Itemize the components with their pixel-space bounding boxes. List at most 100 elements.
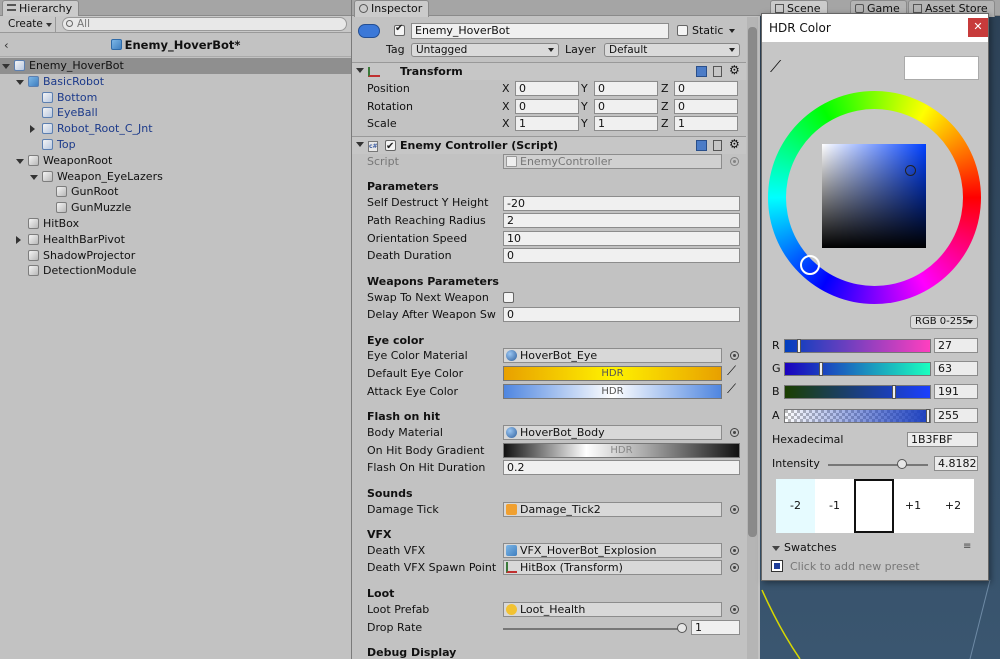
- gear-icon[interactable]: ⚙: [729, 136, 740, 153]
- transform-z-field[interactable]: 1: [674, 116, 738, 131]
- object-name-field[interactable]: Enemy_HoverBot: [411, 23, 669, 39]
- intensity-slider-track[interactable]: [828, 464, 928, 466]
- preset-icon[interactable]: [713, 66, 722, 77]
- help-icon[interactable]: [696, 140, 707, 151]
- transform-y-field[interactable]: 0: [594, 81, 658, 96]
- path-radius-field[interactable]: 2: [503, 213, 740, 228]
- eyedropper-icon[interactable]: ⟋: [770, 57, 781, 77]
- fold-closed-icon[interactable]: [30, 125, 39, 134]
- enemy-controller-enabled-checkbox[interactable]: [385, 138, 396, 155]
- color-mode-dropdown[interactable]: RGB 0-255: [910, 315, 978, 329]
- object-picker-icon[interactable]: [730, 351, 739, 360]
- self-destruct-field[interactable]: -20: [503, 196, 740, 211]
- active-checkbox[interactable]: [394, 23, 405, 36]
- object-picker-icon[interactable]: [730, 605, 739, 614]
- death-vfx-field[interactable]: VFX_HoverBot_Explosion: [503, 543, 722, 558]
- hierarchy-search-input[interactable]: All: [62, 17, 347, 31]
- tag-dropdown[interactable]: Untagged: [411, 43, 559, 57]
- hierarchy-item[interactable]: Weapon_EyeLazers: [0, 169, 351, 185]
- scrollbar-thumb[interactable]: [748, 27, 757, 537]
- hierarchy-item[interactable]: GunRoot: [0, 184, 351, 200]
- body-material-field[interactable]: HoverBot_Body: [503, 425, 722, 440]
- gear-icon[interactable]: ⚙: [729, 62, 740, 79]
- object-picker-icon[interactable]: [730, 428, 739, 437]
- hierarchy-item[interactable]: GunMuzzle: [0, 200, 351, 216]
- r-value-field[interactable]: 27: [934, 338, 978, 353]
- axis-label-x[interactable]: X: [502, 117, 510, 130]
- static-dropdown-icon[interactable]: [729, 29, 735, 36]
- delay-after-swap-field[interactable]: 0: [503, 307, 740, 322]
- attack-eye-color-swatch[interactable]: HDR: [503, 384, 722, 399]
- hierarchy-item[interactable]: BasicRobot: [0, 74, 351, 90]
- axis-label-y[interactable]: Y: [581, 100, 588, 113]
- axis-label-y[interactable]: Y: [581, 117, 588, 130]
- hierarchy-item[interactable]: Top: [0, 137, 351, 153]
- hierarchy-item[interactable]: HealthBarPivot: [0, 232, 351, 248]
- fold-open-icon[interactable]: [2, 64, 10, 73]
- hit-gradient-field[interactable]: HDR: [503, 443, 740, 458]
- drop-rate-slider-track[interactable]: [503, 628, 683, 630]
- eyedropper-icon[interactable]: ⟋: [727, 364, 736, 379]
- static-checkbox[interactable]: [677, 25, 688, 36]
- flash-duration-field[interactable]: 0.2: [503, 460, 740, 475]
- hierarchy-item[interactable]: EyeBall: [0, 105, 351, 121]
- g-slider-handle[interactable]: [819, 362, 823, 376]
- dialog-titlebar[interactable]: HDR Color ✕: [762, 14, 988, 42]
- a-slider-handle[interactable]: [926, 409, 930, 423]
- hierarchy-item[interactable]: Enemy_HoverBot: [0, 58, 351, 74]
- orientation-speed-field[interactable]: 10: [503, 231, 740, 246]
- hex-value-field[interactable]: 1B3FBF: [907, 432, 978, 447]
- exposure-swatch-minus2[interactable]: -2: [776, 479, 815, 533]
- r-slider[interactable]: [784, 339, 931, 353]
- intensity-value-field[interactable]: 4.8182: [934, 456, 978, 471]
- eye-material-field[interactable]: HoverBot_Eye: [503, 348, 722, 363]
- r-slider-handle[interactable]: [797, 339, 801, 353]
- g-slider[interactable]: [784, 362, 931, 376]
- hierarchy-item[interactable]: Robot_Root_C_Jnt: [0, 121, 351, 137]
- damage-tick-field[interactable]: Damage_Tick2: [503, 502, 722, 517]
- enemy-controller-header[interactable]: c# Enemy Controller (Script) ⚙: [352, 136, 746, 155]
- hierarchy-item[interactable]: HitBox: [0, 216, 351, 232]
- fold-open-icon[interactable]: [16, 158, 24, 168]
- inspector-scrollbar[interactable]: [747, 17, 758, 659]
- fold-open-icon[interactable]: [30, 174, 38, 184]
- hierarchy-item[interactable]: WeaponRoot: [0, 153, 351, 169]
- transform-x-field[interactable]: 0: [515, 81, 579, 96]
- exposure-swatch-current[interactable]: [854, 479, 894, 533]
- object-picker-icon[interactable]: [730, 563, 739, 572]
- tab-hierarchy[interactable]: Hierarchy: [2, 0, 80, 17]
- drop-rate-field[interactable]: 1: [691, 620, 740, 635]
- object-picker-icon[interactable]: [730, 546, 739, 555]
- death-duration-field[interactable]: 0: [503, 248, 740, 263]
- preset-swatch[interactable]: [771, 560, 783, 572]
- close-button[interactable]: ✕: [968, 18, 988, 37]
- object-picker-icon[interactable]: [730, 505, 739, 514]
- transform-x-field[interactable]: 1: [515, 116, 579, 131]
- back-chevron-icon[interactable]: ‹: [4, 33, 9, 57]
- default-eye-color-swatch[interactable]: HDR: [503, 366, 722, 381]
- g-value-field[interactable]: 63: [934, 361, 978, 376]
- transform-z-field[interactable]: 0: [674, 81, 738, 96]
- axis-label-y[interactable]: Y: [581, 82, 588, 95]
- intensity-slider-handle[interactable]: [897, 459, 907, 469]
- tab-inspector[interactable]: Inspector: [354, 0, 430, 17]
- sv-picker-handle[interactable]: [905, 165, 916, 176]
- transform-header[interactable]: Transform ⚙: [352, 62, 746, 80]
- fold-open-icon[interactable]: [16, 79, 24, 89]
- drop-rate-slider-handle[interactable]: [677, 623, 687, 633]
- axis-label-z[interactable]: Z: [661, 100, 669, 113]
- spawn-point-field[interactable]: HitBox (Transform): [503, 560, 722, 575]
- hierarchy-item[interactable]: ShadowProjector: [0, 248, 351, 264]
- transform-z-field[interactable]: 0: [674, 98, 738, 114]
- preset-icon[interactable]: [713, 140, 722, 151]
- b-slider[interactable]: [784, 385, 931, 399]
- saturation-value-square[interactable]: [822, 144, 926, 248]
- a-value-field[interactable]: 255: [934, 408, 978, 423]
- create-dropdown[interactable]: Create: [2, 17, 56, 32]
- axis-label-z[interactable]: Z: [661, 117, 669, 130]
- a-slider[interactable]: [784, 409, 931, 423]
- transform-y-field[interactable]: 0: [594, 98, 658, 114]
- axis-label-x[interactable]: X: [502, 100, 510, 113]
- help-icon[interactable]: [696, 66, 707, 77]
- exposure-swatch-plus2[interactable]: +2: [932, 479, 974, 533]
